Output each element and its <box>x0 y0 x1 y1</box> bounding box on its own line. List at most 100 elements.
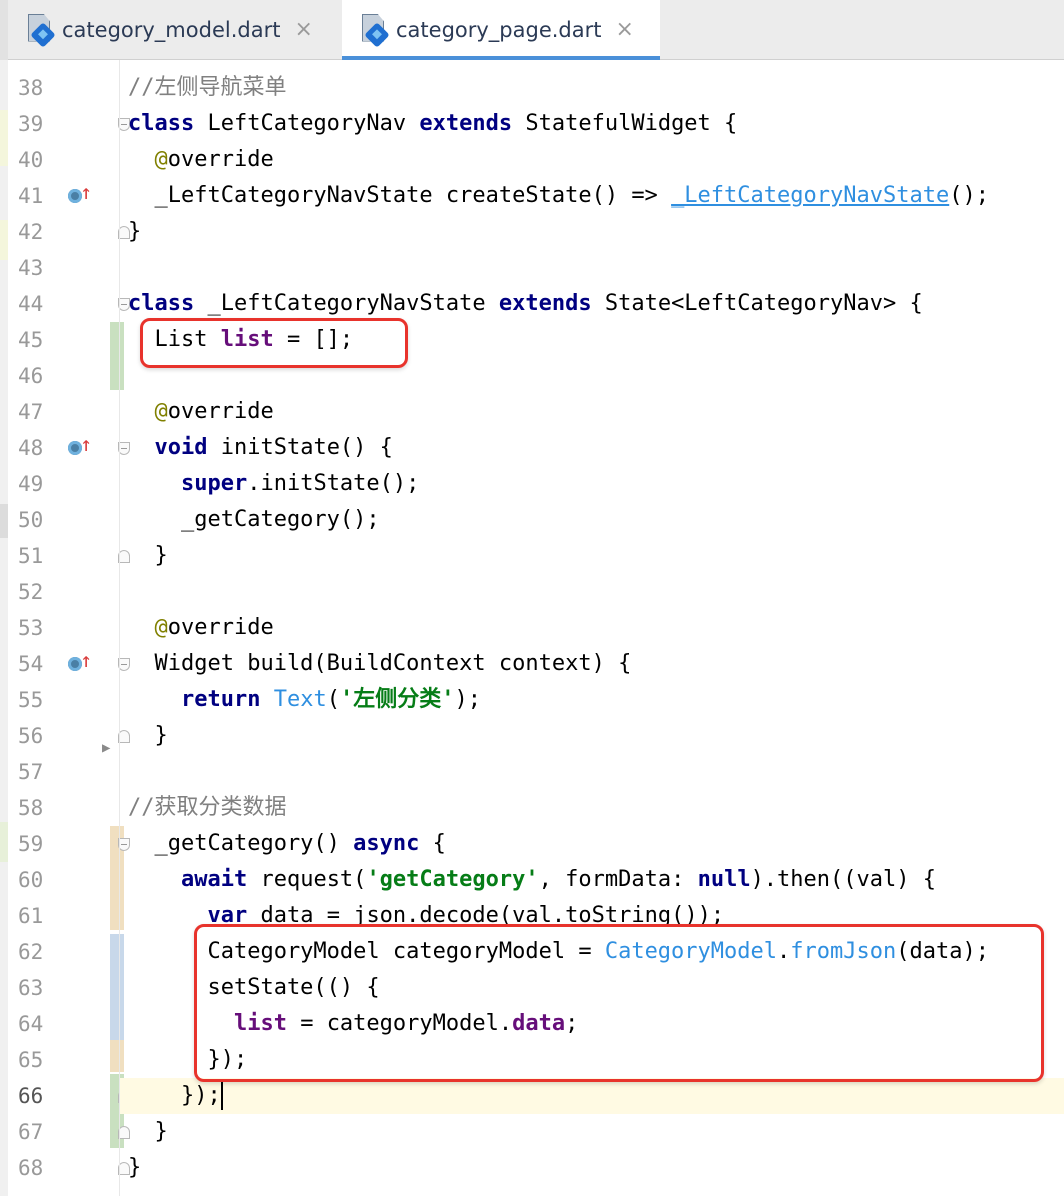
code-token: State<LeftCategoryNav> { <box>591 291 923 316</box>
code-token: //左侧导航菜单 <box>128 75 287 100</box>
code-token: } <box>128 1119 168 1144</box>
line-number: 59 <box>18 832 44 856</box>
tab-category-page[interactable]: category_page.dart × <box>342 0 660 60</box>
line-number: 57 <box>18 760 44 784</box>
tab-bar-edge <box>0 0 8 60</box>
code-token: _LeftCategoryNavState <box>194 291 499 316</box>
line-number: 52 <box>18 580 44 604</box>
close-icon[interactable]: × <box>616 17 634 42</box>
code-token: _getCategory(); <box>128 507 380 532</box>
tab-category-model[interactable]: category_model.dart × <box>26 0 338 59</box>
code-token: } <box>128 1155 142 1180</box>
override-marker-icon[interactable]: ↑ <box>68 433 92 459</box>
code-line[interactable]: } <box>128 1114 168 1150</box>
line-number: 42 <box>18 220 44 244</box>
code-line[interactable]: } <box>128 1150 141 1186</box>
change-marker <box>0 822 8 862</box>
override-marker-icon[interactable]: ↑ <box>68 181 92 207</box>
code-token: _getCategory() <box>128 831 354 856</box>
code-token: //获取分类数据 <box>128 795 287 820</box>
code-line[interactable]: }); <box>128 1078 221 1114</box>
code-token: } <box>128 219 142 244</box>
code-line[interactable]: return Text('左侧分类'); <box>128 682 481 718</box>
line-number: 55 <box>18 688 44 712</box>
code-line[interactable]: Widget build(BuildContext context) { <box>128 646 631 682</box>
code-token: Widget build(BuildContext context) { <box>128 651 632 676</box>
line-number: 46 <box>18 364 44 388</box>
code-line[interactable]: } <box>128 718 167 754</box>
code-token: ); <box>454 687 481 712</box>
tab-label: category_model.dart <box>62 17 281 42</box>
change-marker <box>0 504 8 538</box>
line-number: 48 <box>18 436 44 460</box>
close-icon[interactable]: × <box>294 17 312 42</box>
highlight-box <box>194 924 1044 1082</box>
code-token: }); <box>128 1083 221 1108</box>
code-line[interactable]: class _LeftCategoryNavState extends Stat… <box>128 286 923 322</box>
line-number: 38 <box>18 76 44 100</box>
line-number: 47 <box>18 400 44 424</box>
tab-label: category_page.dart <box>396 17 602 42</box>
code-token: override <box>167 615 274 640</box>
code-token: null <box>697 867 751 892</box>
code-token: (); <box>949 183 989 208</box>
code-token: await <box>180 867 248 892</box>
code-token: class <box>128 111 195 136</box>
editor-tab-bar: category_model.dart × category_page.dart… <box>0 0 1064 60</box>
code-token: class <box>128 291 195 316</box>
line-number: 67 <box>18 1120 44 1144</box>
code-token: ).then((val) { <box>750 867 936 892</box>
code-token: extends <box>419 111 513 136</box>
line-number: 60 <box>18 868 44 892</box>
current-line-highlight <box>120 1078 1064 1114</box>
dart-file-icon <box>26 13 56 48</box>
code-line[interactable]: void initState() { <box>128 430 393 466</box>
code-token: return <box>180 687 261 712</box>
code-line[interactable]: _getCategory(); <box>128 502 380 538</box>
code-line[interactable]: @override <box>128 142 274 178</box>
code-line[interactable]: } <box>128 538 167 574</box>
line-number: 61 <box>18 904 44 928</box>
code-token: ( <box>326 687 340 712</box>
line-number: 45 <box>18 328 44 352</box>
code-line[interactable]: _getCategory() async { <box>128 826 445 862</box>
code-token: @ <box>154 399 168 424</box>
line-number: 41 <box>18 184 44 208</box>
change-marker <box>0 220 8 260</box>
line-number: 50 <box>18 508 44 532</box>
code-token: _LeftCategoryNavState createState() => <box>128 183 672 208</box>
code-token: @ <box>154 147 168 172</box>
code-line[interactable]: //获取分类数据 <box>128 790 287 826</box>
line-number: 39 <box>18 112 44 136</box>
code-token: StatefulWidget { <box>512 111 738 136</box>
code-token: request( <box>247 867 367 892</box>
code-line[interactable]: class LeftCategoryNav extends StatefulWi… <box>128 106 737 142</box>
code-line[interactable]: @override <box>128 610 274 646</box>
code-token: , formData: <box>538 867 698 892</box>
line-number: 65 <box>18 1048 44 1072</box>
change-marker <box>0 110 8 166</box>
code-token: extends <box>498 291 592 316</box>
code-token: void <box>154 435 208 460</box>
code-line[interactable]: } <box>128 214 141 250</box>
code-line[interactable]: _LeftCategoryNavState createState() => _… <box>128 178 989 214</box>
line-number: 40 <box>18 148 44 172</box>
line-number: 66 <box>18 1084 44 1108</box>
highlight-box <box>140 318 408 368</box>
code-token: async <box>353 831 420 856</box>
code-line[interactable]: await request('getCategory', formData: n… <box>128 862 936 898</box>
code-token: Text <box>273 687 327 712</box>
code-token: _LeftCategoryNavState <box>671 183 950 208</box>
override-marker-icon[interactable]: ↑ <box>68 649 92 675</box>
code-line[interactable]: @override <box>128 394 274 430</box>
dart-file-icon <box>360 13 390 48</box>
code-line[interactable]: //左侧导航菜单 <box>128 70 287 106</box>
code-token: override <box>167 147 274 172</box>
line-number: 51 <box>18 544 44 568</box>
code-line[interactable]: super.initState(); <box>128 466 419 502</box>
